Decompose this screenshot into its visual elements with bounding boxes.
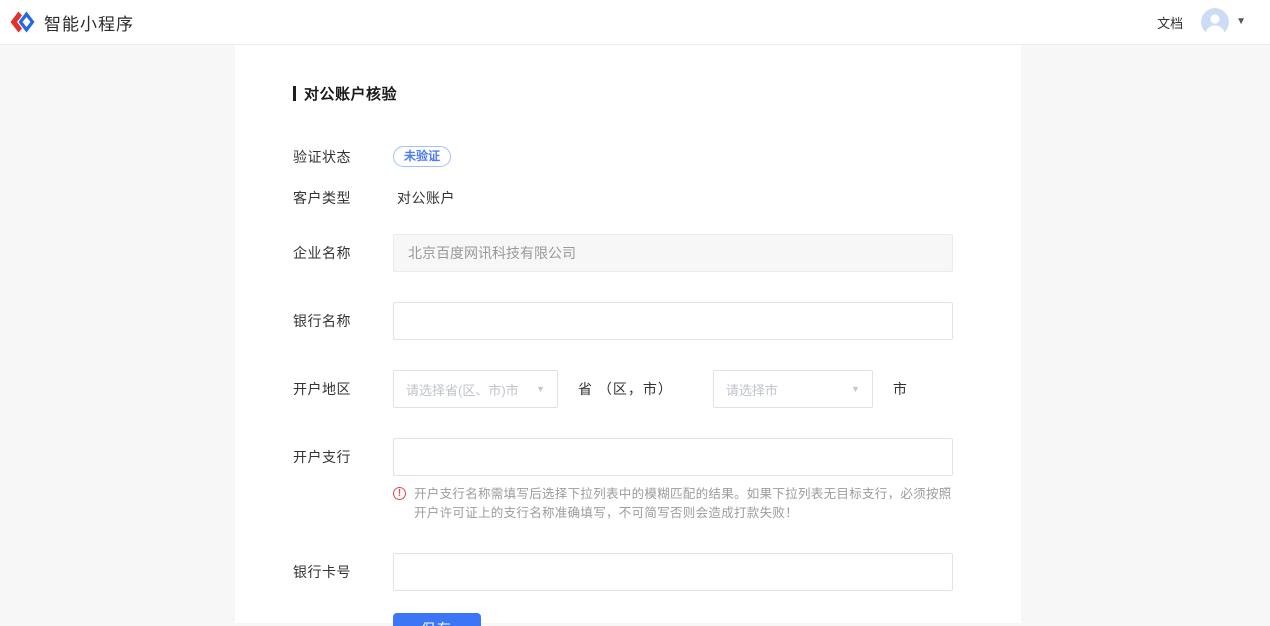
title-bar-decoration: [293, 86, 296, 101]
warning-icon: !: [393, 487, 406, 500]
bank-name-label: 银行名称: [293, 311, 393, 331]
branch-warning-text: 开户支行名称需填写后选择下拉列表中的模糊匹配的结果。如果下拉列表无目标支行，必须…: [414, 485, 958, 523]
docs-link[interactable]: 文档: [1157, 13, 1183, 32]
company-name-label: 企业名称: [293, 243, 393, 263]
header-right: 文档 ▼: [1157, 8, 1246, 36]
user-menu[interactable]: ▼: [1201, 8, 1246, 36]
customer-type-value: 对公账户: [393, 190, 455, 206]
province-suffix: 省 （区，市）: [578, 379, 673, 399]
avatar[interactable]: [1201, 8, 1229, 36]
verification-status-row: 验证状态 未验证: [293, 146, 963, 167]
branch-row: 开户支行: [293, 438, 963, 476]
city-suffix: 市: [893, 379, 908, 399]
bank-name-input[interactable]: [393, 302, 953, 340]
page-title: 对公账户核验: [293, 83, 963, 104]
region-label: 开户地区: [293, 379, 393, 399]
branch-block: 开户支行 ! 开户支行名称需填写后选择下拉列表中的模糊匹配的结果。如果下拉列表无…: [293, 438, 963, 523]
company-name-row: 企业名称: [293, 234, 963, 272]
branch-input[interactable]: [393, 438, 953, 476]
card-number-row: 银行卡号: [293, 553, 963, 591]
customer-type-row: 客户类型 对公账户: [293, 188, 963, 208]
brand: 智能小程序: [10, 10, 134, 35]
actions-row: 保存: [293, 613, 963, 626]
customer-type-label: 客户类型: [293, 188, 393, 208]
branch-label: 开户支行: [293, 447, 393, 467]
city-select[interactable]: 请选择市 ▼: [713, 370, 873, 408]
bank-name-row: 银行名称: [293, 302, 963, 340]
chevron-down-icon: ▼: [851, 384, 860, 394]
branch-warning: ! 开户支行名称需填写后选择下拉列表中的模糊匹配的结果。如果下拉列表无目标支行，…: [393, 485, 958, 523]
card-number-label: 银行卡号: [293, 562, 393, 582]
chevron-down-icon: ▼: [536, 384, 545, 394]
save-button[interactable]: 保存: [393, 613, 481, 626]
page-body: 对公账户核验 验证状态 未验证 客户类型 对公账户 企业名称 银行名称: [0, 45, 1270, 623]
company-name-input: [393, 234, 953, 272]
branch-warning-row: ! 开户支行名称需填写后选择下拉列表中的模糊匹配的结果。如果下拉列表无目标支行，…: [293, 476, 963, 523]
app-header: 智能小程序 文档 ▼: [0, 0, 1270, 45]
account-verification-card: 对公账户核验 验证状态 未验证 客户类型 对公账户 企业名称 银行名称: [235, 45, 1021, 623]
status-label: 验证状态: [293, 147, 393, 167]
chevron-down-icon: ▼: [1236, 17, 1246, 27]
region-row: 开户地区 请选择省(区、市)市 ▼ 省 （区，市） 请选择市 ▼ 市: [293, 370, 963, 408]
card-number-input[interactable]: [393, 553, 953, 591]
province-select[interactable]: 请选择省(区、市)市 ▼: [393, 370, 558, 408]
app-logo-icon: [10, 11, 35, 33]
status-badge: 未验证: [393, 146, 451, 167]
app-title: 智能小程序: [44, 10, 134, 35]
